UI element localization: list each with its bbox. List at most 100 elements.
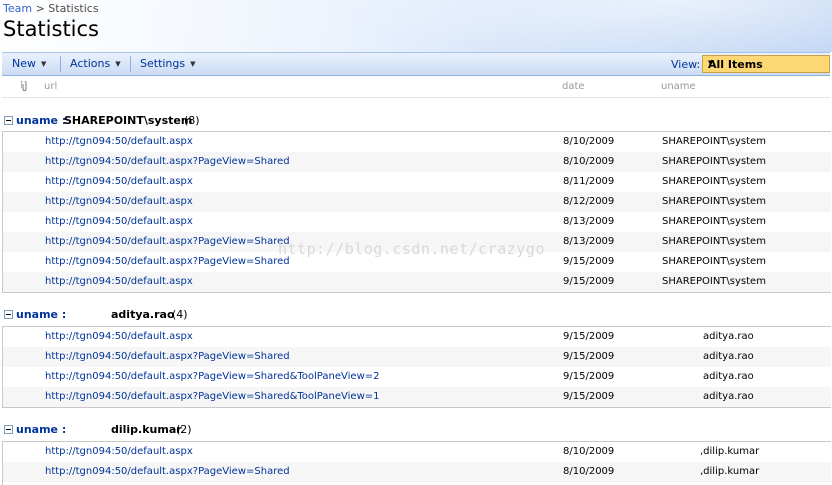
row-uname: SHAREPOINT\system xyxy=(662,256,766,267)
row-uname: aditya.rao xyxy=(703,391,754,402)
row-date: 9/15/2009 xyxy=(563,256,615,267)
row-date: 9/15/2009 xyxy=(563,331,615,342)
row-uname: ,dilip.kumar xyxy=(700,446,760,457)
title-area: Team > Statistics Statistics xyxy=(0,0,832,52)
attachment-icon xyxy=(21,81,27,91)
table-row: http://tgn094:50/default.aspx 8/12/2009 … xyxy=(3,192,831,212)
actions-label: Actions xyxy=(70,57,111,70)
view-label: View: xyxy=(671,58,701,71)
row-uname: aditya.rao xyxy=(703,331,754,342)
table-row: http://tgn094:50/default.aspx?PageView=S… xyxy=(3,347,831,367)
group-rows: http://tgn094:50/default.aspx 8/10/2009 … xyxy=(2,441,831,485)
page-title: Statistics xyxy=(3,17,99,41)
row-date: 8/13/2009 xyxy=(563,216,615,227)
row-url-link[interactable]: http://tgn094:50/default.aspx?PageView=S… xyxy=(45,156,290,167)
row-uname: SHAREPOINT\system xyxy=(662,176,766,187)
row-uname: SHAREPOINT\system xyxy=(662,136,766,147)
group-header: uname : dilip.kumar (2) xyxy=(2,421,830,439)
row-uname: aditya.rao xyxy=(703,371,754,382)
row-url-link[interactable]: http://tgn094:50/default.aspx xyxy=(45,446,193,457)
table-row: http://tgn094:50/default.aspx?PageView=S… xyxy=(3,152,831,172)
group-key: uname : xyxy=(16,114,67,127)
table-row: http://tgn094:50/default.aspx 8/13/2009 … xyxy=(3,212,831,232)
toolbar-divider xyxy=(60,56,61,72)
column-date[interactable]: date xyxy=(562,81,585,92)
row-url-link[interactable]: http://tgn094:50/default.aspx?PageView=S… xyxy=(45,351,290,362)
row-url-link[interactable]: http://tgn094:50/default.aspx xyxy=(45,276,193,287)
breadcrumb-current: Statistics xyxy=(48,2,99,15)
row-url-link[interactable]: http://tgn094:50/default.aspx?PageView=S… xyxy=(45,391,379,402)
group-value: SHAREPOINT\system xyxy=(64,114,193,127)
row-date: 9/15/2009 xyxy=(563,371,615,382)
group-rows: http://tgn094:50/default.aspx 9/15/2009 … xyxy=(2,326,831,408)
table-row: http://tgn094:50/default.aspx 9/15/2009 … xyxy=(3,272,831,292)
row-date: 9/15/2009 xyxy=(563,351,615,362)
row-date: 8/10/2009 xyxy=(563,156,615,167)
table-row: http://tgn094:50/default.aspx 8/10/2009 … xyxy=(3,132,831,152)
group-count: (2) xyxy=(176,423,192,436)
settings-label: Settings xyxy=(140,57,186,70)
row-url-link[interactable]: http://tgn094:50/default.aspx?PageView=S… xyxy=(45,466,290,477)
toolbar-divider xyxy=(130,56,131,72)
row-date: 8/13/2009 xyxy=(563,236,615,247)
collapse-icon[interactable] xyxy=(4,425,13,434)
watermark-text: http://blog.csdn.net/crazygo xyxy=(278,240,545,258)
row-date: 8/12/2009 xyxy=(563,196,615,207)
row-url-link[interactable]: http://tgn094:50/default.aspx xyxy=(45,331,193,342)
row-url-link[interactable]: http://tgn094:50/default.aspx xyxy=(45,216,193,227)
actions-menu-button[interactable]: Actions ▼ xyxy=(70,57,121,70)
row-uname: SHAREPOINT\system xyxy=(662,216,766,227)
row-url-link[interactable]: http://tgn094:50/default.aspx xyxy=(45,136,193,147)
group-count: (8) xyxy=(184,114,200,127)
new-menu-button[interactable]: New ▼ xyxy=(12,57,46,70)
list-toolbar: New ▼ Actions ▼ Settings ▼ View: All Items … xyxy=(2,52,830,76)
breadcrumb-separator: > xyxy=(35,2,45,15)
table-row: http://tgn094:50/default.aspx 9/15/2009 … xyxy=(3,327,831,347)
column-header-row: url date uname xyxy=(2,77,830,98)
table-row: http://tgn094:50/default.aspx 8/10/2009 … xyxy=(3,442,831,462)
row-date: 8/10/2009 xyxy=(563,466,615,477)
table-row: http://tgn094:50/default.aspx?PageView=S… xyxy=(3,367,831,387)
new-label: New xyxy=(12,57,36,70)
column-uname[interactable]: uname xyxy=(661,81,696,92)
row-date: 8/11/2009 xyxy=(563,176,615,187)
chevron-down-icon: ▼ xyxy=(41,60,47,68)
view-selector[interactable]: All Items ▼ xyxy=(702,55,830,73)
breadcrumb-team-link[interactable]: Team xyxy=(3,2,32,15)
row-date: 9/15/2009 xyxy=(563,391,615,402)
row-uname: SHAREPOINT\system xyxy=(662,196,766,207)
row-url-link[interactable]: http://tgn094:50/default.aspx?PageView=S… xyxy=(45,236,290,247)
breadcrumb: Team > Statistics xyxy=(3,2,99,15)
row-url-link[interactable]: http://tgn094:50/default.aspx?PageView=S… xyxy=(45,371,379,382)
table-row: http://tgn094:50/default.aspx?PageView=S… xyxy=(3,462,831,482)
group-header: uname : SHAREPOINT\system (8) xyxy=(2,112,830,130)
chevron-down-icon: ▼ xyxy=(115,60,121,68)
row-uname: SHAREPOINT\system xyxy=(662,236,766,247)
row-uname: SHAREPOINT\system xyxy=(662,156,766,167)
row-url-link[interactable]: http://tgn094:50/default.aspx?PageView=S… xyxy=(45,256,290,267)
row-url-link[interactable]: http://tgn094:50/default.aspx xyxy=(45,196,193,207)
column-url[interactable]: url xyxy=(44,81,57,92)
chevron-down-icon: ▼ xyxy=(190,60,196,68)
row-uname: SHAREPOINT\system xyxy=(662,276,766,287)
settings-menu-button[interactable]: Settings ▼ xyxy=(140,57,196,70)
table-row: http://tgn094:50/default.aspx?PageView=S… xyxy=(3,387,831,407)
group-count: (4) xyxy=(172,308,188,321)
row-date: 8/10/2009 xyxy=(563,136,615,147)
group-value: aditya.rao xyxy=(111,308,175,321)
collapse-icon[interactable] xyxy=(4,116,13,125)
row-date: 9/15/2009 xyxy=(563,276,615,287)
collapse-icon[interactable] xyxy=(4,310,13,319)
group-rows: http://tgn094:50/default.aspx 8/10/2009 … xyxy=(2,131,831,293)
table-row: http://tgn094:50/default.aspx 8/11/2009 … xyxy=(3,172,831,192)
group-key: uname : xyxy=(16,423,67,436)
row-date: 8/10/2009 xyxy=(563,446,615,457)
row-uname: ,dilip.kumar xyxy=(700,466,760,477)
group-header: uname : aditya.rao (4) xyxy=(2,306,830,324)
group-key: uname : xyxy=(16,308,67,321)
chevron-down-icon: ▼ xyxy=(708,59,714,67)
group-value: dilip.kumar xyxy=(111,423,182,436)
title-swoosh xyxy=(330,0,832,52)
row-uname: aditya.rao xyxy=(703,351,754,362)
row-url-link[interactable]: http://tgn094:50/default.aspx xyxy=(45,176,193,187)
